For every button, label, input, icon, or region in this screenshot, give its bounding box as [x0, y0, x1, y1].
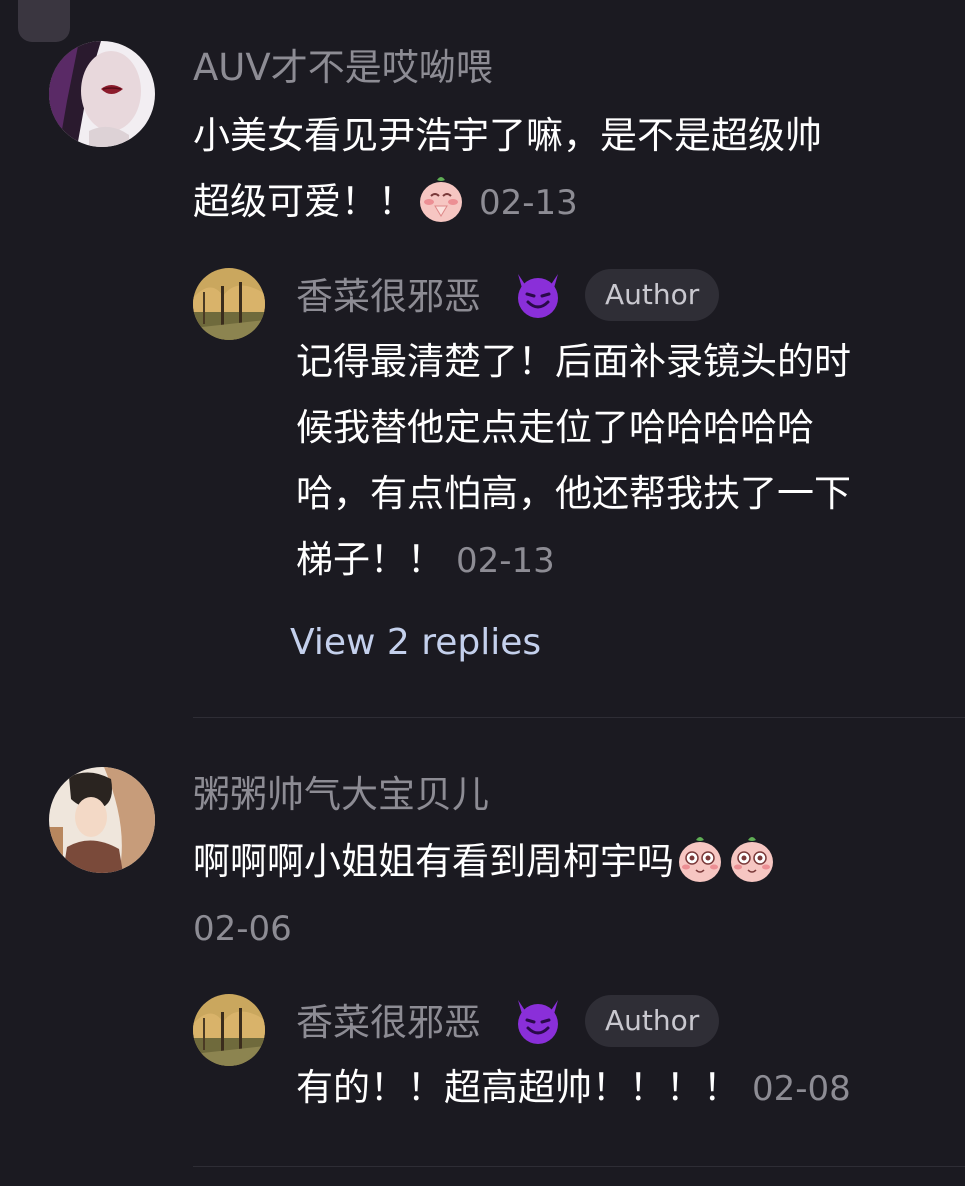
view-replies-link[interactable]: View 2 replies [290, 621, 541, 665]
reply-date: 02-08 [752, 1069, 851, 1109]
reply-text-line: 梯子！！ 02-13 [296, 527, 956, 594]
comment-text: 啊啊啊小姐姐有看到周柯宇吗 [193, 840, 674, 883]
avatar-author-reply-2[interactable] [193, 994, 265, 1066]
partial-avatar-top [18, 0, 70, 42]
reply-date: 02-13 [456, 541, 555, 581]
author-badge: Author [585, 269, 720, 321]
reply-text-line: 记得最清楚了！后面补录镜头的时 [296, 340, 851, 383]
comment-divider [193, 717, 965, 718]
peach-heart-eyes-emoji [726, 832, 778, 884]
smiling-devil-icon [512, 994, 564, 1046]
reply-text-line: 有的！！超高超帅！！！！ 02-08 [296, 1055, 956, 1122]
reply-text: 梯子！！ [296, 538, 444, 581]
comment-date: 02-06 [193, 909, 292, 949]
avatar-commenter-1[interactable] [49, 41, 155, 147]
comment-text: 超级可爱！！ [193, 180, 415, 223]
avatar-author-reply-1[interactable] [193, 268, 265, 340]
comment-text-line: 小美女看见尹浩宇了嘛，是不是超级帅 [193, 114, 822, 157]
reply-body-1: 记得最清楚了！后面补录镜头的时 候我替他定点走位了哈哈哈哈哈 哈，有点怕高，他还… [296, 329, 956, 594]
author-badge: Author [585, 995, 720, 1047]
reply-text: 有的！！超高超帅！！！！ [296, 1066, 740, 1109]
comment-date: 02-13 [479, 183, 578, 223]
username-author[interactable]: 香菜很邪恶 [296, 1001, 481, 1045]
comment-text-line: 超级可爱！！ 02-13 [193, 169, 933, 236]
peach-heart-eyes-emoji [674, 832, 726, 884]
peach-pray-emoji [415, 172, 467, 224]
comment-body-2: 啊啊啊小姐姐有看到周柯宇吗 02-06 [193, 829, 933, 962]
reply-body-2: 有的！！超高超帅！！！！ 02-08 [296, 1055, 956, 1122]
comment-body-1: 小美女看见尹浩宇了嘛，是不是超级帅 超级可爱！！ 02-13 [193, 103, 933, 236]
username-author[interactable]: 香菜很邪恶 [296, 275, 481, 319]
avatar-commenter-2[interactable] [49, 767, 155, 873]
username-commenter-2[interactable]: 粥粥帅气大宝贝儿 [193, 773, 489, 817]
comment-text-line: 啊啊啊小姐姐有看到周柯宇吗 [193, 829, 933, 895]
comment-text-line: 02-06 [193, 895, 933, 962]
reply-text-line: 候我替他定点走位了哈哈哈哈哈 [296, 406, 814, 449]
reply-text-line: 哈，有点怕高，他还帮我扶了一下 [296, 472, 851, 515]
smiling-devil-icon [512, 268, 564, 320]
username-commenter-1[interactable]: AUV才不是哎呦喂 [193, 46, 493, 90]
comment-divider [193, 1166, 965, 1167]
